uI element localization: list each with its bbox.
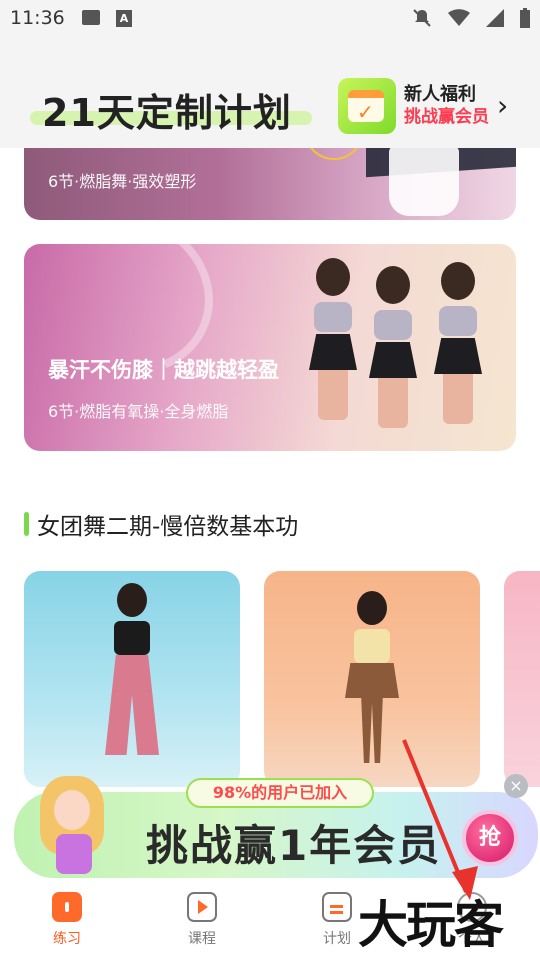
dancer-photo xyxy=(105,583,159,755)
course-card-title: 暴汗不伤膝｜越跳越轻盈 xyxy=(48,358,279,382)
video-tile[interactable] xyxy=(24,571,240,787)
promo-line1: 新人福利 xyxy=(404,84,476,105)
section-accent-bar xyxy=(24,512,29,536)
tab-label: 课程 xyxy=(188,931,216,947)
calendar-icon xyxy=(322,892,352,922)
promo-line2: 挑战赢会员 xyxy=(404,107,489,127)
a-box-icon: A xyxy=(116,10,132,27)
calendar-check-icon: ✓ xyxy=(338,78,396,134)
tab-label: 练习 xyxy=(53,931,81,947)
course-card-subtitle: 6节·燃脂舞·强效塑形 xyxy=(48,172,197,191)
grab-button-label: 抢 xyxy=(478,825,501,850)
video-tile[interactable] xyxy=(504,571,540,787)
clock: 11:36 xyxy=(10,7,65,29)
plan-title[interactable]: 21天定制计划 xyxy=(42,82,292,137)
banner-pill-text: 98%的用户已加入 xyxy=(212,783,348,802)
practice-icon xyxy=(52,892,82,922)
dancer-figure xyxy=(309,258,357,420)
dancer-photo xyxy=(345,591,399,763)
new-user-promo[interactable]: ✓ 新人福利 挑战赢会员 › xyxy=(338,78,508,134)
mute-bell-icon xyxy=(413,9,431,27)
plan-header: 21天定制计划 ✓ 新人福利 挑战赢会员 › xyxy=(0,36,540,148)
dancer-figure xyxy=(434,262,482,424)
tab-courses[interactable]: 课程 xyxy=(162,892,242,948)
banner-headline: 挑战赢1年会员 xyxy=(146,821,442,870)
wifi-icon xyxy=(448,9,470,26)
doll-illustration xyxy=(26,772,122,876)
banner-pill: 98%的用户已加入 xyxy=(186,778,374,808)
play-icon xyxy=(187,892,217,922)
section-title: 女团舞二期-慢倍数基本功 xyxy=(37,514,299,540)
course-card-low-impact-cardio[interactable]: 暴汗不伤膝｜越跳越轻盈 6节·燃脂有氧操·全身燃脂 xyxy=(24,244,516,451)
video-tile[interactable] xyxy=(264,571,480,787)
dancer-figure xyxy=(369,266,417,428)
close-icon[interactable]: × xyxy=(504,774,528,798)
battery-icon xyxy=(520,8,530,28)
tab-practice[interactable]: 练习 xyxy=(27,892,107,948)
challenge-banner[interactable]: 98%的用户已加入 挑战赢1年会员 抢 × xyxy=(0,772,540,878)
watermark-text: 大玩客 xyxy=(358,895,504,954)
course-card-subtitle: 6节·燃脂有氧操·全身燃脂 xyxy=(48,402,229,421)
chevron-right-icon: › xyxy=(497,89,509,122)
image-icon xyxy=(82,10,100,25)
status-bar: 11:36 A xyxy=(0,0,540,36)
grab-button[interactable]: 抢 xyxy=(462,810,518,866)
section-heading: 女团舞二期-慢倍数基本功 xyxy=(24,507,298,541)
dancer-image xyxy=(389,146,459,216)
signal-icon xyxy=(486,9,504,27)
